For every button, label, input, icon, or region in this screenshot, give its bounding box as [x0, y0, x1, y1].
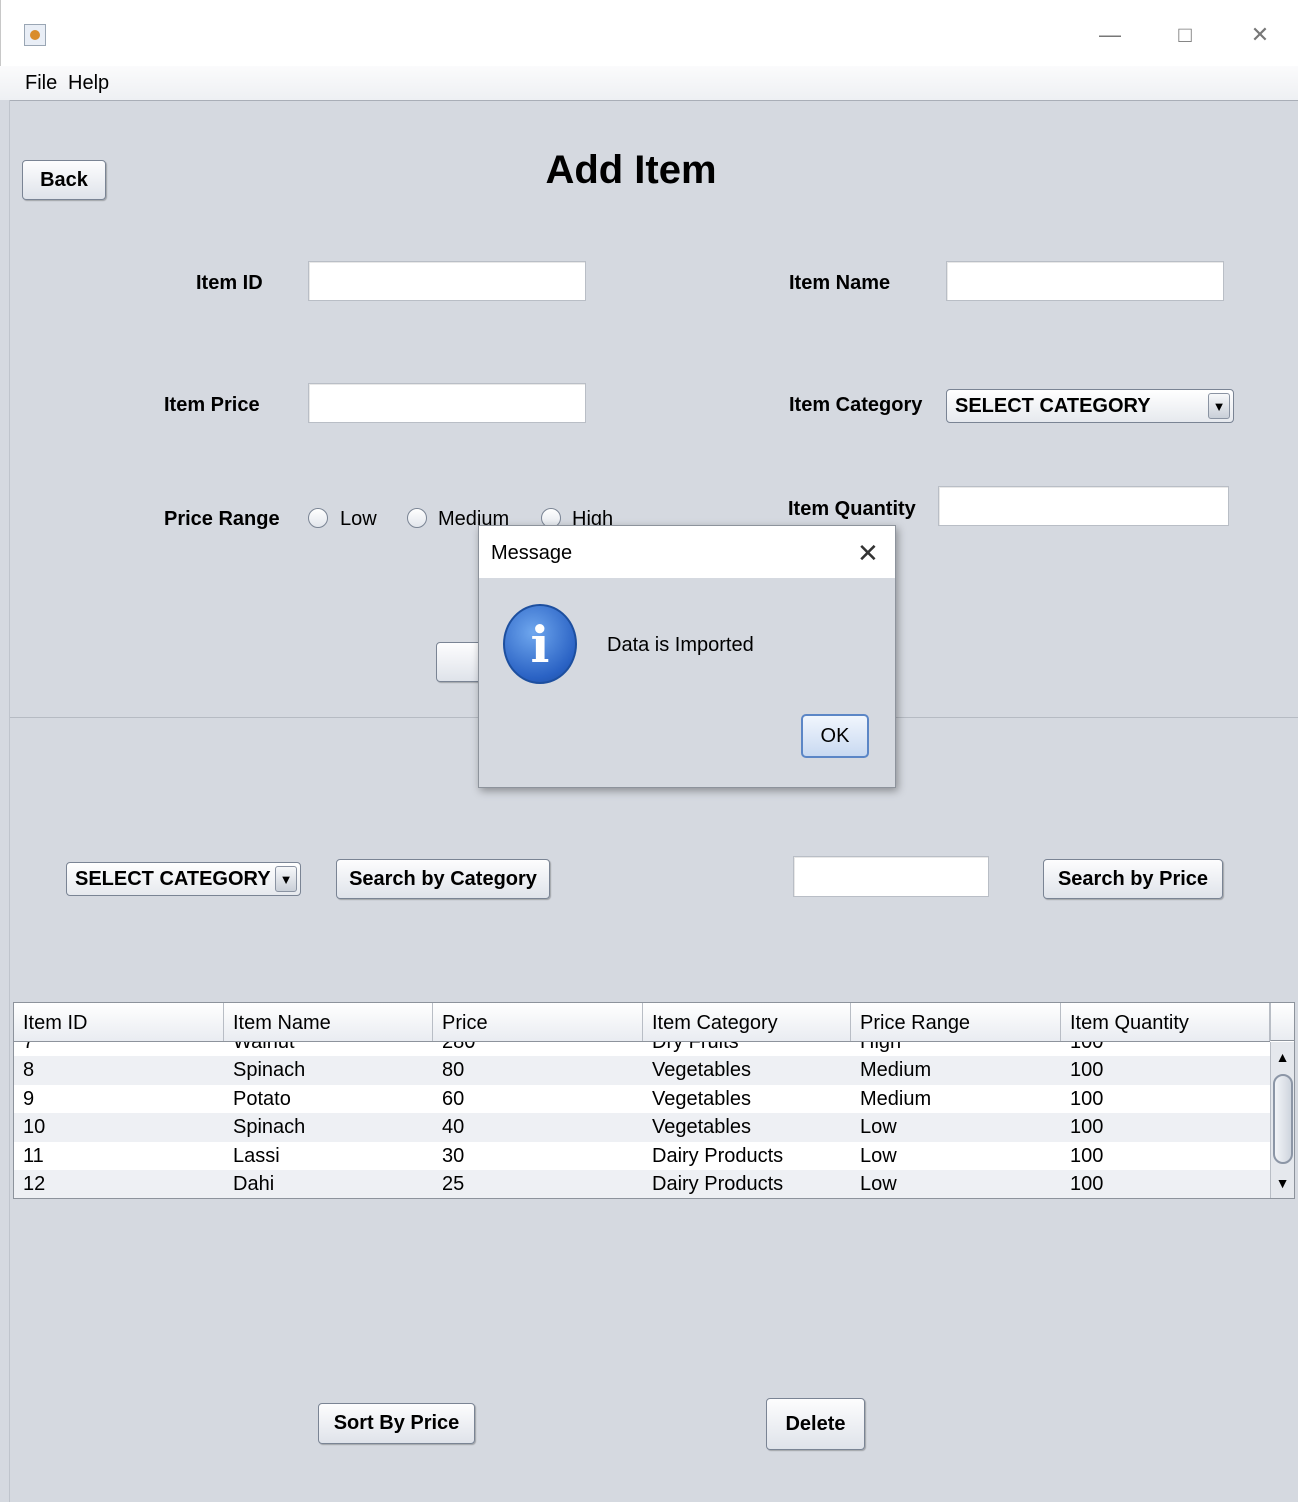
dialog-title: Message: [491, 542, 573, 564]
table-cell: Vegetables: [652, 1059, 751, 1082]
table-cell: Low: [860, 1144, 897, 1167]
table-cell: 9: [23, 1087, 35, 1110]
chevron-down-icon[interactable]: ▼: [1208, 393, 1230, 419]
vertical-scrollbar[interactable]: ▲ ▼: [1270, 1042, 1294, 1198]
radio-low[interactable]: [308, 508, 328, 528]
radio-medium[interactable]: [407, 508, 427, 528]
column-header[interactable]: Item ID: [14, 1003, 224, 1041]
table-header-corner: [1270, 1003, 1294, 1041]
search-by-price-button[interactable]: Search by Price: [1043, 859, 1223, 899]
search-category-selected: SELECT CATEGORY: [75, 867, 271, 890]
page-title: Add Item: [545, 148, 717, 192]
table-cell: 100: [1070, 1042, 1104, 1053]
item-category-label: Item Category: [789, 394, 923, 416]
item-name-label: Item Name: [789, 272, 891, 294]
table-cell: 80: [442, 1059, 465, 1082]
table-cell: 280: [442, 1042, 476, 1053]
table-cell: 11: [23, 1144, 44, 1167]
table-cell: 100: [1070, 1059, 1104, 1082]
table-cell: Spinach: [233, 1116, 306, 1139]
table-cell: 30: [442, 1144, 465, 1167]
close-icon[interactable]: ✕: [1240, 20, 1280, 50]
scrollbar-thumb[interactable]: [1273, 1074, 1293, 1164]
maximize-icon[interactable]: □: [1165, 20, 1205, 50]
dialog-message: Data is Imported: [607, 634, 754, 656]
table-cell: Potato: [233, 1087, 291, 1110]
item-id-label: Item ID: [196, 272, 263, 294]
dialog-title-bar: Message ✕: [479, 526, 895, 578]
item-price-field[interactable]: [308, 383, 586, 423]
items-table[interactable]: Item ID Item Name Price Item Category Price …: [13, 1002, 1295, 1199]
table-row[interactable]: 9 Potato 60 Vegetables Medium 100: [14, 1084, 1270, 1114]
table-cell: High: [860, 1042, 902, 1053]
radio-low-label: Low: [340, 508, 377, 530]
menu-bar: [0, 66, 1298, 101]
column-header[interactable]: Item Name: [224, 1003, 433, 1041]
item-price-label: Item Price: [164, 394, 260, 416]
window-border: [0, 100, 10, 1502]
table-cell: 100: [1070, 1087, 1104, 1110]
scroll-down-arrow-icon[interactable]: ▼: [1271, 1172, 1294, 1194]
table-body[interactable]: 7 Walnut 280 Dry Fruits High 100 8 Spinach 80 Veg…: [14, 1042, 1270, 1198]
item-quantity-field[interactable]: [938, 486, 1229, 526]
table-cell: Dairy Products: [652, 1172, 784, 1195]
table-cell: Medium: [860, 1087, 932, 1110]
table-cell: 10: [23, 1116, 46, 1139]
table-cell: 12: [23, 1172, 46, 1195]
search-price-field[interactable]: [793, 856, 989, 897]
search-by-category-button[interactable]: Search by Category: [336, 859, 550, 899]
table-cell: 100: [1070, 1144, 1104, 1167]
scroll-up-arrow-icon[interactable]: ▲: [1271, 1046, 1294, 1068]
menu-file[interactable]: File: [25, 72, 57, 95]
table-cell: Vegetables: [652, 1087, 751, 1110]
table-cell: Walnut: [233, 1042, 295, 1053]
delete-button[interactable]: Delete: [766, 1398, 865, 1450]
table-cell: 40: [442, 1116, 465, 1139]
table-cell: Vegetables: [652, 1116, 751, 1139]
close-icon[interactable]: ✕: [857, 538, 879, 569]
minimize-icon[interactable]: —: [1090, 20, 1130, 50]
table-cell: Medium: [860, 1059, 932, 1082]
java-app-icon: [24, 24, 46, 46]
column-header[interactable]: Item Category: [643, 1003, 851, 1041]
table-row[interactable]: 7 Walnut 280 Dry Fruits High 100: [14, 1042, 1270, 1057]
column-header[interactable]: Price: [433, 1003, 643, 1041]
item-quantity-label: Item Quantity: [788, 498, 916, 520]
table-cell: Dairy Products: [652, 1144, 784, 1167]
table-cell: Low: [860, 1116, 897, 1139]
item-category-selected: SELECT CATEGORY: [955, 394, 1151, 417]
table-cell: 8: [23, 1059, 35, 1082]
search-category-combo[interactable]: SELECT CATEGORY ▼: [66, 862, 301, 896]
table-cell: Spinach: [233, 1059, 306, 1082]
table-row[interactable]: 10 Spinach 40 Vegetables Low 100: [14, 1113, 1270, 1142]
item-name-field[interactable]: [946, 261, 1224, 301]
table-row[interactable]: 11 Lassi 30 Dairy Products Low 100: [14, 1141, 1270, 1170]
table-cell: Lassi: [233, 1144, 280, 1167]
menu-help[interactable]: Help: [68, 72, 109, 95]
table-cell: Low: [860, 1172, 897, 1195]
table-cell: 100: [1070, 1172, 1104, 1195]
table-row[interactable]: 12 Dahi 25 Dairy Products Low 100: [14, 1169, 1270, 1198]
column-header[interactable]: Price Range: [851, 1003, 1061, 1041]
item-category-combo[interactable]: SELECT CATEGORY ▼: [946, 389, 1234, 423]
item-id-field[interactable]: [308, 261, 586, 301]
column-header[interactable]: Item Quantity: [1061, 1003, 1270, 1041]
table-cell: 7: [23, 1042, 35, 1053]
info-icon: i: [503, 604, 577, 684]
chevron-down-icon[interactable]: ▼: [275, 866, 297, 892]
table-row[interactable]: 8 Spinach 80 Vegetables Medium 100: [14, 1056, 1270, 1085]
table-cell: Dry Fruits: [652, 1042, 739, 1053]
message-dialog: Message ✕ i Data is Imported OK: [478, 525, 896, 788]
table-cell: 100: [1070, 1116, 1104, 1139]
table-cell: Dahi: [233, 1172, 275, 1195]
table-header: Item ID Item Name Price Item Category Price …: [14, 1003, 1270, 1042]
table-cell: 60: [442, 1087, 465, 1110]
ok-button[interactable]: OK: [801, 714, 869, 758]
price-range-label: Price Range: [164, 508, 280, 530]
table-cell: 25: [442, 1172, 465, 1195]
sort-by-price-button[interactable]: Sort By Price: [318, 1403, 475, 1444]
